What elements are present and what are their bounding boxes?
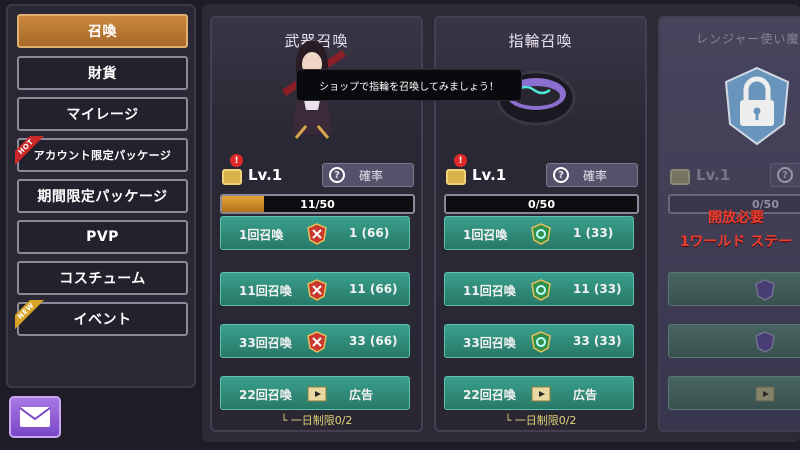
button-label: 1回召喚 [463, 228, 508, 242]
rate-button[interactable]: ? 確率 [546, 163, 638, 187]
sidebar-item-event[interactable]: NEW イベント [15, 300, 188, 336]
rate-button: ? [770, 163, 800, 187]
button-cost: 11 (33) [573, 282, 622, 296]
sword-gem-icon [307, 223, 327, 245]
button-cost: 1 (66) [349, 226, 390, 240]
summon-33-button[interactable]: 33回召喚 33 (66) [220, 324, 410, 358]
sword-gem-icon [307, 279, 327, 301]
locked-summon-card: レンジャー使い魔 Lv.1 ? 0/50 開放必要 1ワールド ステー [658, 16, 800, 432]
sidebar-item-label: イベント [73, 312, 132, 328]
button-label: 11回召喚 [239, 284, 292, 298]
sidebar-item-label: PVP [86, 229, 119, 245]
button-cost: 広告 [349, 388, 374, 402]
button-cost: 33 (66) [349, 334, 398, 348]
chest-icon [222, 169, 242, 185]
locked-summon-button [668, 324, 800, 358]
sidebar-item-account-package[interactable]: HOT アカウント限定パッケージ [15, 136, 188, 172]
button-label: 22回召喚 [463, 388, 516, 402]
button-cost: 33 (33) [573, 334, 622, 348]
purple-gem-icon [755, 279, 775, 301]
button-cost: 1 (33) [573, 226, 614, 240]
sidebar-item-label: アカウント限定パッケージ [33, 149, 172, 162]
progress-text: 11/50 [300, 197, 335, 211]
ring-gem-icon [531, 331, 551, 353]
sidebar-item-label: コスチューム [59, 271, 146, 287]
button-label: 11回召喚 [463, 284, 516, 298]
summon-33-button[interactable]: 33回召喚 33 (33) [444, 324, 634, 358]
summon-11-button[interactable]: 11回召喚 11 (33) [444, 272, 634, 306]
button-label: 33回召喚 [239, 336, 292, 350]
daily-limit-text: └ 一日制限0/2 [504, 414, 577, 427]
sword-gem-icon [307, 331, 327, 353]
question-icon: ? [329, 167, 345, 183]
sidebar-item-limited-package[interactable]: 期間限定パッケージ [17, 179, 188, 213]
rate-button[interactable]: ? 確率 [322, 163, 414, 187]
video-ad-icon [307, 386, 327, 402]
shop-category-sidebar: 召喚 財貨 マイレージ HOT アカウント限定パッケージ 期間限定パッケージ P… [6, 4, 196, 388]
new-badge: NEW [15, 300, 45, 330]
button-cost: 広告 [573, 388, 598, 402]
mail-icon [19, 407, 51, 427]
tutorial-tooltip: ショップで指輪を召喚してみましょう！ [296, 69, 522, 101]
alert-icon: ! [230, 154, 243, 167]
question-icon: ? [553, 167, 569, 183]
summon-progress-bar: 11/50 [220, 194, 415, 214]
sidebar-item-currency[interactable]: 財貨 [17, 56, 188, 90]
sidebar-item-summon[interactable]: 召喚 [17, 14, 188, 48]
alert-icon: ! [454, 154, 467, 167]
mail-button[interactable] [9, 396, 61, 438]
summon-level: Lv.1 [472, 166, 507, 184]
daily-limit-text: └ 一日制限0/2 [280, 414, 353, 427]
card-title: 指輪召喚 [508, 32, 573, 50]
video-ad-icon [531, 386, 551, 402]
button-label: 33回召喚 [463, 336, 516, 350]
sidebar-item-costume[interactable]: コスチューム [17, 261, 188, 295]
chest-icon [446, 169, 466, 185]
sidebar-item-pvp[interactable]: PVP [17, 220, 188, 254]
hot-badge: HOT [15, 136, 45, 166]
lock-icon [724, 66, 790, 146]
card-title: レンジャー使い魔 [696, 32, 800, 46]
sidebar-item-mileage[interactable]: マイレージ [17, 97, 188, 131]
sidebar-item-label: マイレージ [66, 107, 139, 123]
unlock-requirement: 開放必要 1ワールド ステー [666, 206, 800, 254]
chest-icon [670, 169, 690, 185]
button-cost: 11 (66) [349, 282, 398, 296]
question-icon: ? [777, 167, 793, 183]
summon-1-button[interactable]: 1回召喚 1 (33) [444, 216, 634, 250]
purple-gem-icon [755, 331, 775, 353]
rate-label: 確率 [583, 168, 608, 183]
unlock-line-2: 1ワールド ステー [679, 234, 793, 250]
locked-summon-button [668, 376, 800, 410]
button-label: 1回召喚 [239, 228, 284, 242]
unlock-line-1: 開放必要 [708, 210, 764, 226]
locked-summon-button [668, 272, 800, 306]
progress-text: 0/50 [528, 197, 555, 211]
summon-ad-button[interactable]: 22回召喚 広告 [444, 376, 634, 410]
button-label: 22回召喚 [239, 388, 292, 402]
summon-progress-bar: 0/50 [444, 194, 639, 214]
sidebar-item-label: 召喚 [88, 24, 117, 40]
sidebar-item-label: 期間限定パッケージ [37, 189, 168, 205]
summon-ad-button[interactable]: 22回召喚 広告 [220, 376, 410, 410]
summon-11-button[interactable]: 11回召喚 11 (66) [220, 272, 410, 306]
rate-label: 確率 [359, 168, 384, 183]
summon-1-button[interactable]: 1回召喚 1 (66) [220, 216, 410, 250]
ring-gem-icon [531, 223, 551, 245]
summon-level: Lv.1 [248, 166, 283, 184]
ring-gem-icon [531, 279, 551, 301]
video-ad-icon [755, 386, 775, 402]
sidebar-item-label: 財貨 [88, 66, 117, 82]
summon-level: Lv.1 [696, 166, 731, 184]
